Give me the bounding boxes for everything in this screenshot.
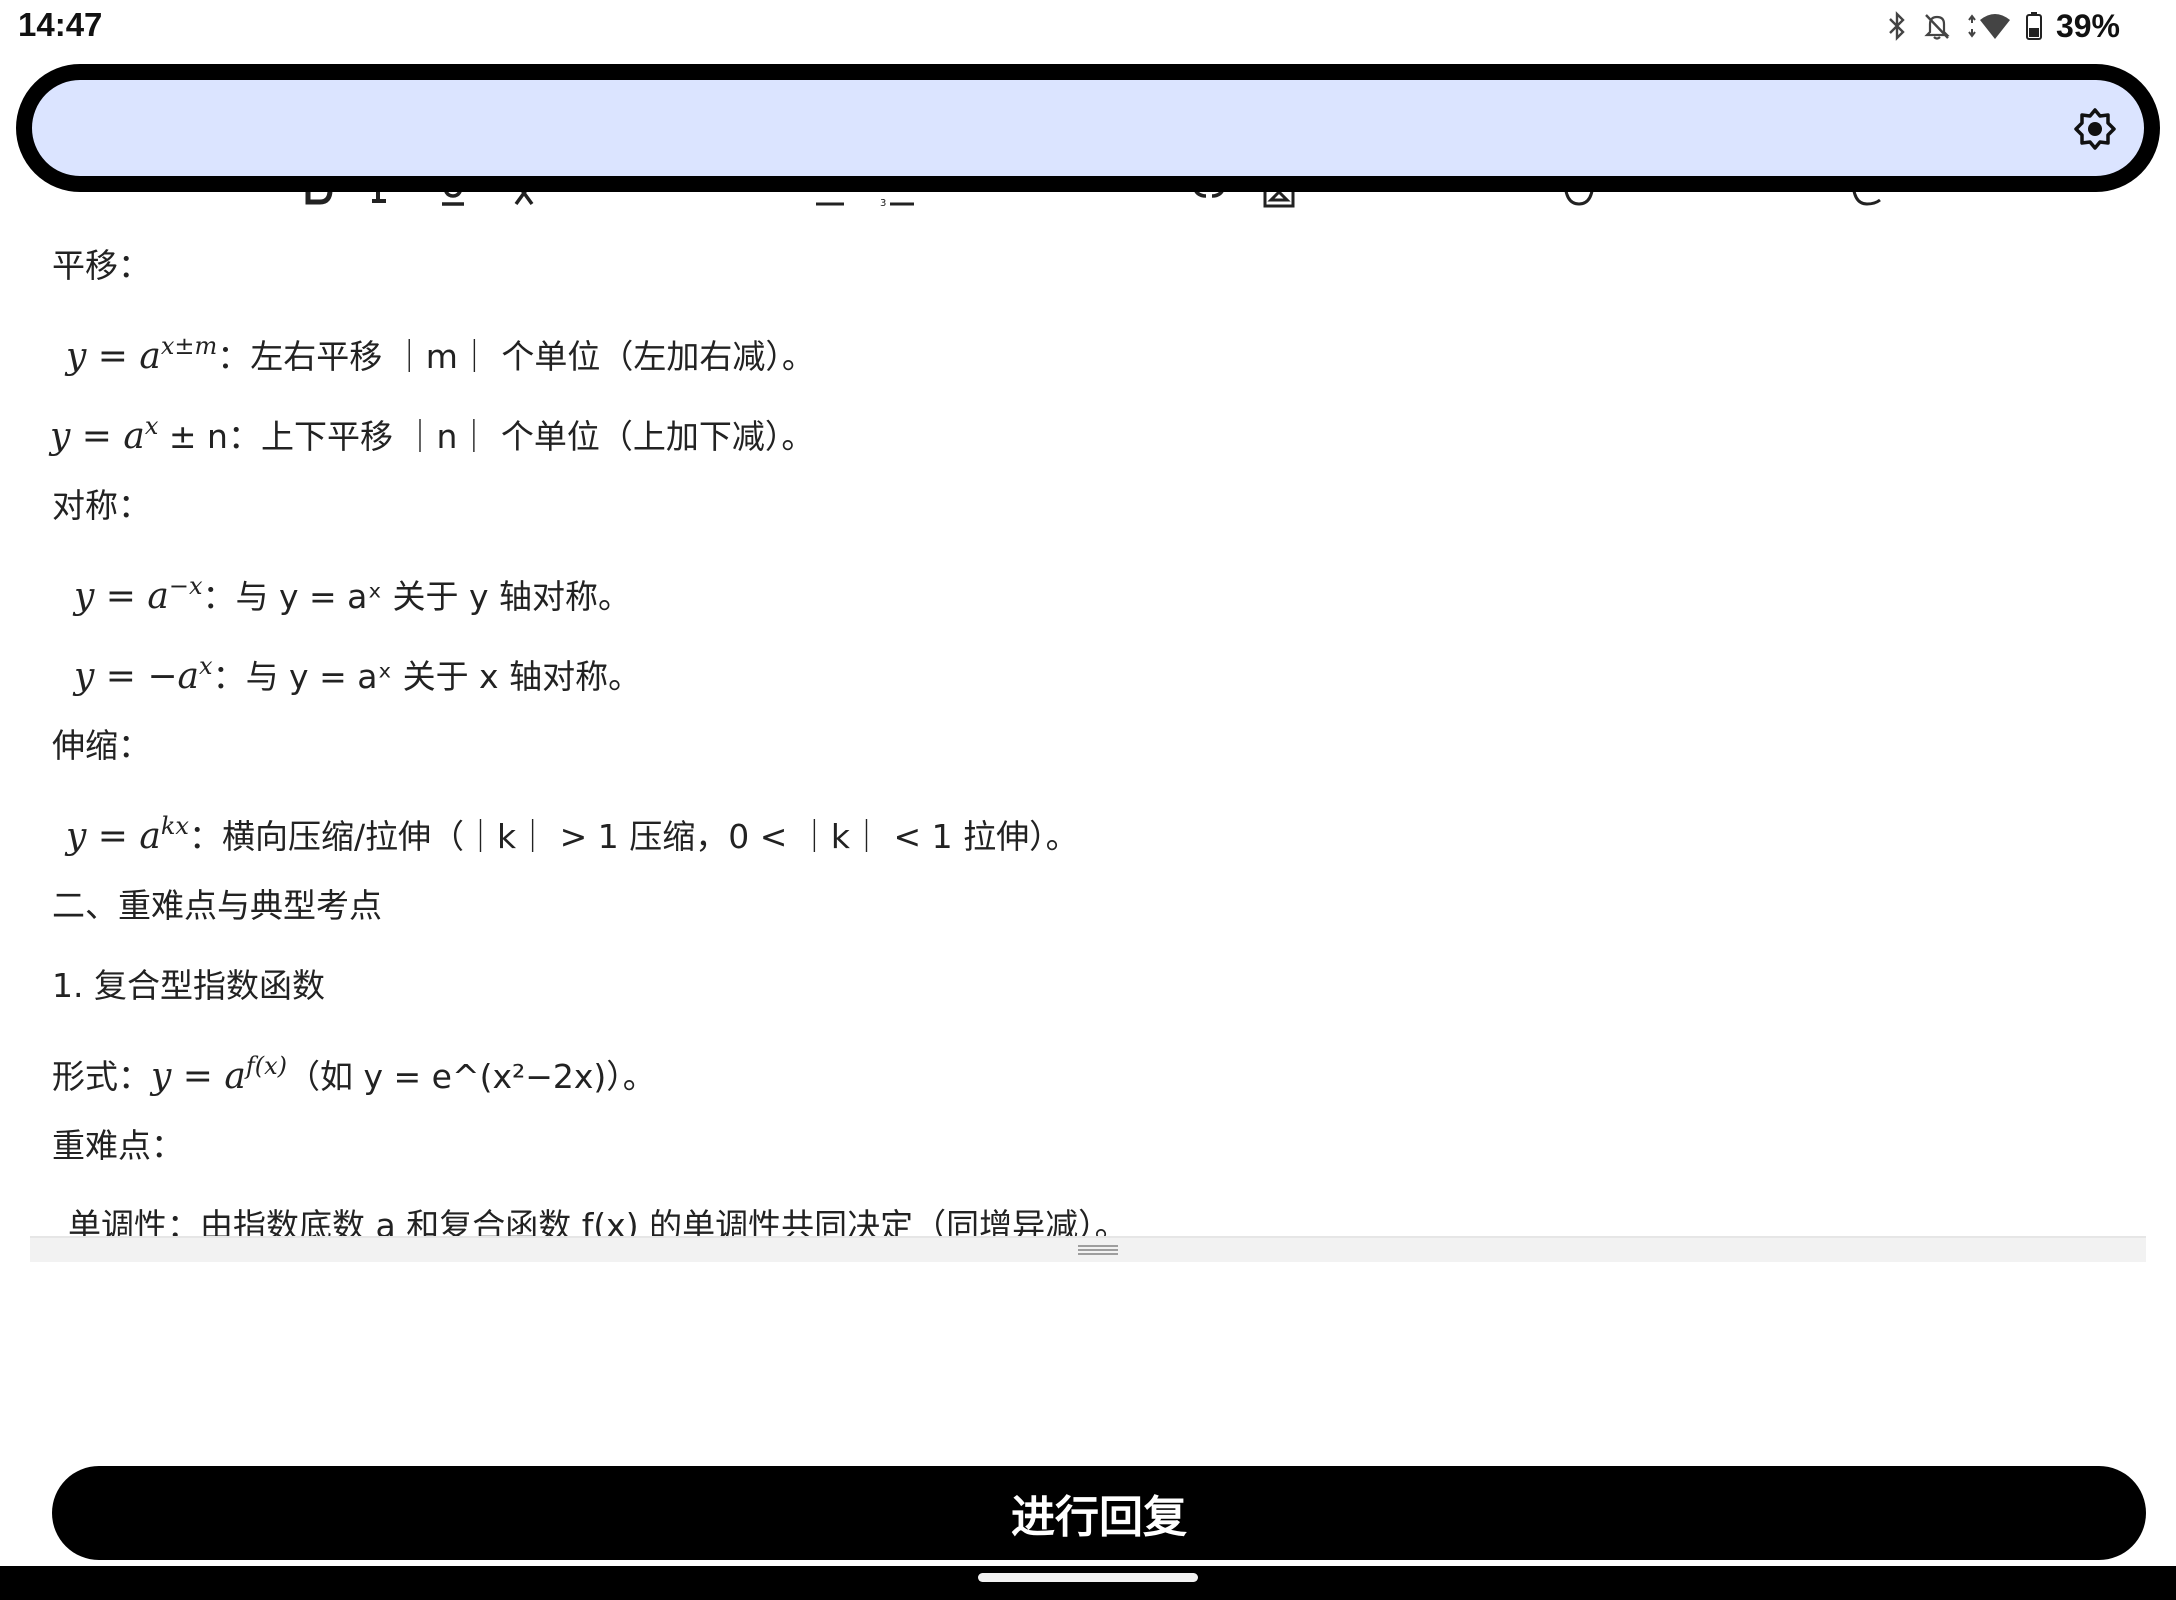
bluetooth-icon: [1889, 11, 1905, 41]
heading-symmetry: 对称：: [52, 486, 151, 525]
subsection-heading: 1. 复合型指数函数: [52, 966, 325, 1005]
status-time: 14:47: [18, 6, 103, 43]
battery-level: 39%: [2055, 7, 2120, 44]
battery-icon: [2025, 12, 2042, 40]
wifi-icon: [1968, 14, 2010, 39]
formula-line: y = akx：横向压缩/拉伸（｜k｜ > 1 压缩，0 < ｜k｜ < 1 拉…: [66, 812, 1079, 857]
status-icons: 39%: [1886, 6, 2120, 46]
brightness-icon[interactable]: [2074, 108, 2116, 150]
formula-line: y = a−x：与 y = aˣ 关于 y 轴对称。: [74, 572, 632, 617]
heading-scaling: 伸缩：: [52, 726, 151, 765]
svg-text:3: 3: [880, 198, 886, 209]
formula-line: y = ax ± n：上下平移 ｜n｜ 个单位（上加下减）。: [50, 412, 815, 457]
formula-line: y = −ax：与 y = aˣ 关于 x 轴对称。: [74, 652, 642, 697]
heading-translation: 平移：: [52, 246, 151, 285]
reply-button[interactable]: 进行回复: [52, 1466, 2146, 1560]
heading-key-points: 重难点：: [52, 1126, 184, 1165]
formula-line: 形式：y = af(x)（如 y = e^(x²−2x)）。: [52, 1052, 656, 1097]
section-heading: 二、重难点与典型考点: [52, 886, 382, 925]
home-gesture-handle[interactable]: [978, 1573, 1198, 1582]
resize-handle[interactable]: [30, 1236, 2146, 1262]
drag-handle-icon[interactable]: [1078, 1245, 1118, 1255]
overlay-pill[interactable]: [16, 64, 2160, 192]
notifications-off-icon: [1924, 14, 1950, 40]
formula-line: y = ax±m：左右平移 ｜m｜ 个单位（左加右减）。: [66, 332, 815, 377]
status-bar: 14:47 39%: [0, 0, 2176, 50]
navigation-bar: [0, 1566, 2176, 1600]
